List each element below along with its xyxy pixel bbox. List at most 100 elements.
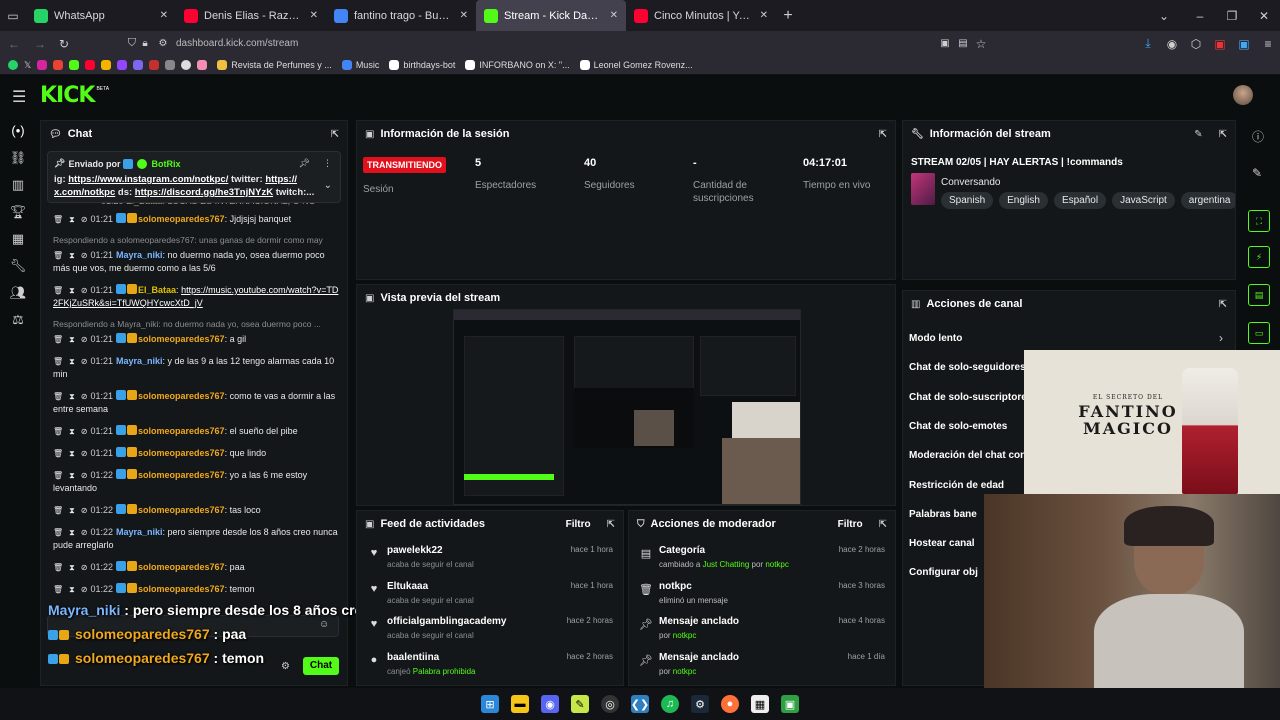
chat-username[interactable]: solomeoparedes767 [138, 391, 225, 401]
bm-kick-icon[interactable] [69, 60, 80, 70]
community-icon[interactable]: 👥︎ [0, 279, 36, 306]
timeout-icon[interactable]: ⧗ [69, 563, 75, 572]
delete-message-icon[interactable]: 🗑︎ [53, 427, 63, 436]
browser-tab[interactable]: Denis Elias - Razón (En Vivo) - Y ✕ [176, 0, 326, 31]
chat-username[interactable]: solomeoparedes767 [138, 505, 225, 515]
chat-username[interactable]: solomeoparedes767 [138, 334, 225, 344]
tab-close-icon[interactable]: ✕ [310, 10, 318, 21]
feed-username[interactable]: officialgamblingacademy [387, 616, 506, 627]
bm-cloud-icon[interactable] [181, 60, 192, 70]
expand-pinned-icon[interactable]: ⌄ [324, 180, 332, 191]
calculator-icon[interactable]: ▦ [751, 695, 769, 713]
chat-message[interactable]: 🗑︎ ⧗ ⊘ 01:21 solomeoparedes767: el sueño del… [41, 425, 347, 438]
mod-action-item[interactable]: 🗑︎ notkpc eliminó un mensaje hace 3 horas [629, 579, 895, 613]
stream-icon[interactable]: (•) [0, 117, 36, 144]
kick-logo[interactable]: KICK BETA [40, 83, 109, 108]
mod-icon[interactable]: ⚖ [0, 306, 36, 333]
stream-tag[interactable]: JavaScript [1112, 192, 1175, 209]
ban-icon[interactable]: ⊘ [81, 357, 88, 366]
rail-expand-icon[interactable]: ⛶ [1248, 210, 1270, 232]
chat-message[interactable]: 🗑︎ ⧗ ⊘ 01:21 solomeoparedes767: como te vas … [41, 390, 347, 416]
pinned-instagram-link[interactable]: https://www.instagram.com/notkpc/ [68, 174, 228, 185]
ban-icon[interactable]: ⊘ [81, 286, 88, 295]
bookmark-item[interactable]: Music [341, 60, 379, 70]
notepad-icon[interactable]: ✎ [571, 695, 589, 713]
browser-tab[interactable]: WhatsApp ✕ [26, 0, 176, 31]
tab-close-icon[interactable]: ✕ [610, 10, 618, 21]
wrench-icon[interactable]: 🔧︎ [0, 252, 36, 279]
feed-username[interactable]: baalentiina [387, 652, 476, 663]
ban-icon[interactable]: ⊘ [81, 528, 88, 537]
file-explorer-icon[interactable]: ▬ [511, 695, 529, 713]
delete-message-icon[interactable]: 🗑︎ [53, 251, 63, 260]
bm-youtube-icon[interactable] [85, 60, 96, 70]
channel-action-item[interactable]: Restricción de edad [909, 480, 1004, 491]
channel-action-item[interactable]: Configurar obj [909, 567, 978, 578]
mod-filter-button[interactable]: Filtro [838, 519, 863, 530]
menu-icon[interactable]: ≡ [1256, 37, 1280, 51]
spotify-icon[interactable]: ♫ [661, 695, 679, 713]
timeout-icon[interactable]: ⧗ [69, 357, 75, 366]
chevron-right-icon[interactable]: › [1219, 331, 1223, 345]
chat-message[interactable]: 🗑︎ ⧗ ⊘ 01:22 Mayra_niki: pero siempre desde … [41, 526, 347, 552]
chat-username[interactable]: Mayra_niki [116, 356, 163, 366]
channel-action-item[interactable]: Chat de solo-suscriptores [909, 392, 1032, 403]
steam-icon[interactable]: ⚙ [691, 695, 709, 713]
popout-icon[interactable]: ⇱ [607, 519, 615, 530]
timeout-icon[interactable]: ⧗ [69, 449, 75, 458]
feed-item[interactable]: ♥ pawelekk22 acaba de seguir el canal hace … [357, 543, 623, 577]
rail-doc-icon[interactable]: ▤ [1248, 284, 1270, 306]
channel-action-item[interactable]: Chat de solo-emotes [909, 421, 1007, 432]
pinned-user[interactable]: BotRix [151, 159, 180, 169]
browser-tab[interactable]: fantino trago - Buscar con Goo ✕ [326, 0, 476, 31]
bm-pink-icon[interactable] [197, 60, 208, 70]
permissions-icon[interactable]: ⚙ [154, 38, 172, 49]
chat-username[interactable]: solomeoparedes767 [138, 562, 225, 572]
timeout-icon[interactable]: ⧗ [69, 392, 75, 401]
browser-tab[interactable]: Stream - Kick Dashboard ✕ [476, 0, 626, 31]
pinned-message[interactable]: 📌︎ Enviado por BotRix 📌︎ ⋮ ⌄ ig: https:/… [47, 151, 341, 203]
tab-list-icon[interactable]: ▭ [0, 9, 26, 23]
close-window-button[interactable]: ✕ [1248, 9, 1280, 23]
chat-message[interactable]: 🗑︎ ⧗ ⊘ 01:21 solomeoparedes767: a gil [41, 333, 347, 346]
channel-action-item[interactable]: Moderación del chat con l [909, 450, 1032, 461]
feed-item[interactable]: ♥ officialgamblingacademy acaba de seguir … [357, 614, 623, 648]
pinned-x-link[interactable]: x.com/notkpc [54, 187, 115, 198]
bookmark-star-icon[interactable]: ☆ [972, 37, 990, 51]
delete-message-icon[interactable]: 🗑︎ [53, 563, 63, 572]
popout-icon[interactable]: ⇱ [1219, 129, 1227, 140]
feed-username[interactable]: Eltukaaa [387, 581, 474, 592]
chat-username[interactable]: Mayra_niki [116, 250, 163, 260]
bm-wave-icon[interactable] [165, 60, 176, 70]
screenshot-icon[interactable]: ▣ [936, 38, 954, 49]
edit-icon[interactable]: ✎ [1194, 129, 1202, 140]
feed-filter-button[interactable]: Filtro [566, 519, 591, 530]
chat-username[interactable]: solomeoparedes767 [138, 448, 225, 458]
feed-item[interactable]: ● baalentiina canjeó Palabra prohibida hace… [357, 650, 623, 684]
firefox-icon[interactable]: ● [721, 695, 739, 713]
delete-message-icon[interactable]: 🗑︎ [53, 506, 63, 515]
new-tab-button[interactable]: + [776, 7, 800, 25]
delete-message-icon[interactable]: 🗑︎ [53, 215, 63, 224]
bookmark-item[interactable]: Leonel Gomez Rovenz... [579, 60, 693, 70]
tab-close-icon[interactable]: ✕ [160, 10, 168, 21]
popout-icon[interactable]: ⇱ [879, 519, 887, 530]
channel-action-item[interactable]: Palabras bane [909, 509, 977, 520]
popout-icon[interactable]: ⇱ [879, 129, 887, 140]
bookmark-item[interactable]: Revista de Perfumes y ... [217, 60, 332, 70]
unpin-icon[interactable]: 📌︎ [299, 158, 310, 169]
chat-message[interactable]: 🗑︎ ⧗ ⊘ 01:21 Mayra_niki: y de las 9 a las 12… [41, 355, 347, 381]
vscode-icon[interactable]: ❮❯ [631, 695, 649, 713]
account-icon[interactable]: ◉ [1160, 37, 1184, 51]
chat-message[interactable]: 🗑︎ ⧗ ⊘ 01:22 solomeoparedes767: temon [41, 583, 347, 596]
bm-red-icon[interactable] [149, 60, 160, 70]
lock-icon[interactable]: 🔒︎ [136, 38, 154, 49]
minimize-button[interactable]: – [1184, 9, 1216, 23]
timeout-icon[interactable]: ⧗ [69, 251, 75, 260]
timeout-icon[interactable]: ⧗ [69, 471, 75, 480]
delete-message-icon[interactable]: 🗑︎ [53, 449, 63, 458]
ban-icon[interactable]: ⊘ [81, 563, 88, 572]
back-button[interactable]: ← [0, 37, 28, 51]
delete-message-icon[interactable]: 🗑︎ [53, 528, 63, 537]
discord-icon[interactable]: ◉ [541, 695, 559, 713]
